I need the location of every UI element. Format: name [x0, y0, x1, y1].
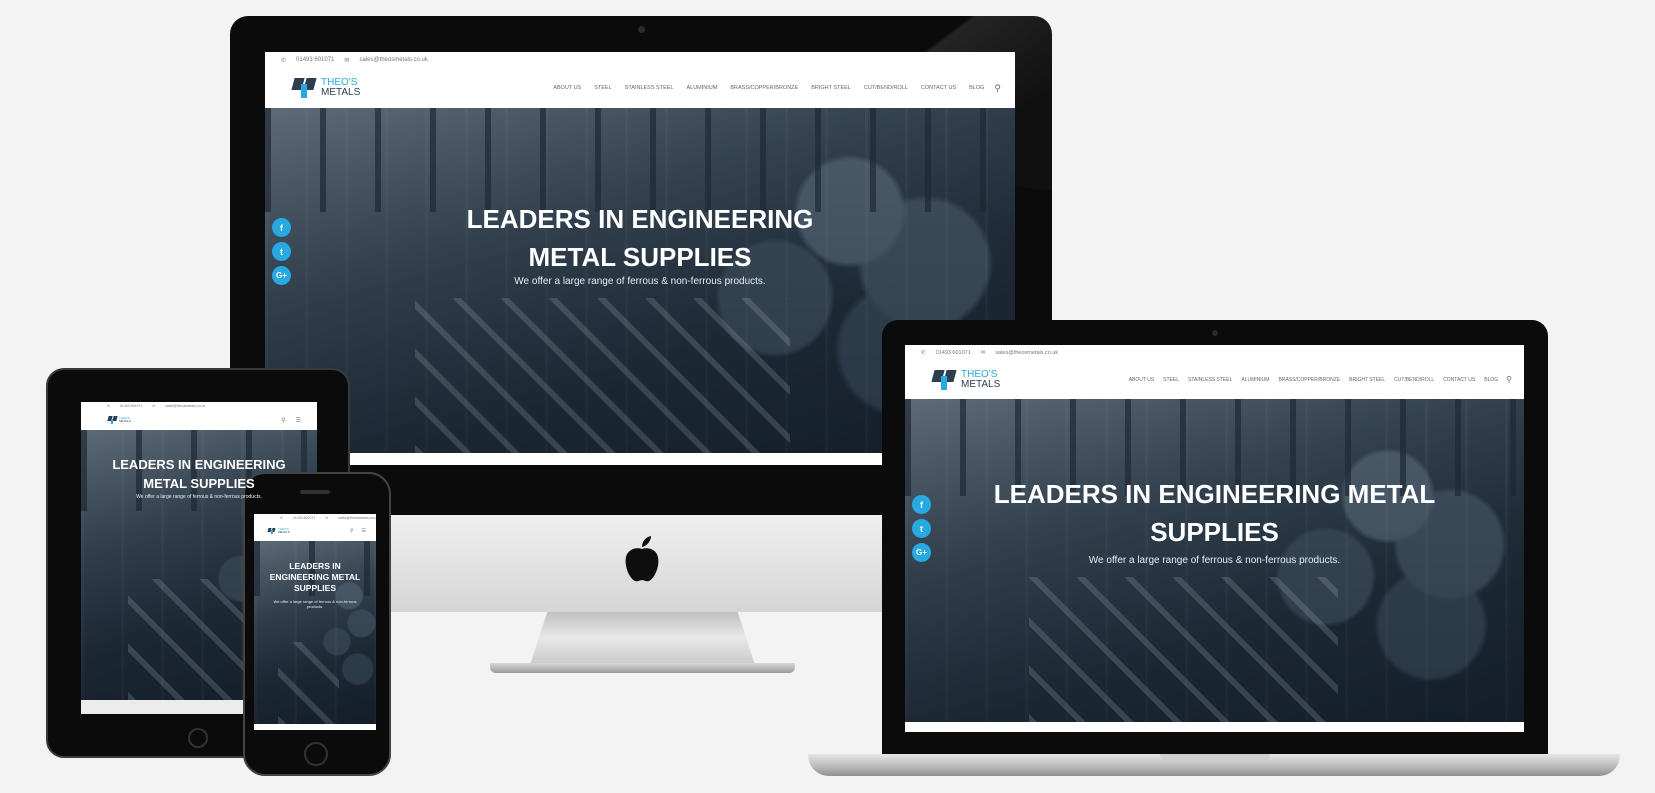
logo-line2: METALS	[961, 378, 1001, 390]
tablet-home-button	[188, 728, 208, 748]
phone-screen: ✆ 01493 601071 ✉ sales@theosmetals.co.uk…	[254, 514, 376, 730]
hero-subtitle: We offer a large range of ferrous & non-…	[136, 494, 262, 500]
social-links: f t G+	[912, 495, 931, 562]
contact-topbar: ✆ 01493 601071 ✉ sales@theosmetals.co.uk	[265, 52, 1015, 68]
logo-mark-icon	[931, 369, 957, 390]
envelope-icon: ✉	[325, 515, 329, 520]
imac-stand-base	[490, 663, 795, 673]
laptop-notch	[1160, 754, 1270, 762]
nav-item-contact[interactable]: CONTACT US	[1443, 377, 1475, 383]
main-nav: ⚲ ☰	[350, 528, 366, 534]
contact-topbar: ✆ 01493 601071 ✉ sales@theosmetals.co.uk	[254, 514, 376, 521]
site-logo[interactable]: THEO'S METALS	[291, 78, 360, 98]
hero-title: LEADERS IN ENGINEERING METAL SUPPLIES	[269, 561, 361, 593]
phone-number[interactable]: 01493 601071	[293, 516, 315, 520]
hero-title: LEADERS IN ENGINEERING METAL SUPPLIES	[993, 479, 1436, 547]
main-nav: ABOUT US STEEL STAINLESS STEEL ALUMINIUM…	[553, 83, 1001, 94]
logo-line2: METALS	[278, 530, 290, 534]
logo-mark-icon	[267, 528, 276, 534]
email-address[interactable]: sales@theosmetals.co.uk	[995, 350, 1058, 356]
nav-item-about[interactable]: ABOUT US	[553, 85, 581, 91]
facebook-icon[interactable]: f	[912, 495, 931, 514]
nav-item-aluminium[interactable]: ALUMINIUM	[1241, 377, 1269, 383]
site-header: THEO'S METALS ABOUT US STEEL STAINLESS S…	[905, 360, 1524, 400]
site-header: THEO'S METALS ⚲ ☰	[254, 521, 376, 542]
nav-item-steel[interactable]: STEEL	[1163, 377, 1179, 383]
site-logo[interactable]: THEO'S METALS	[107, 416, 131, 424]
hero-subtitle: We offer a large range of ferrous & non-…	[514, 276, 766, 287]
nav-item-stainless[interactable]: STAINLESS STEEL	[625, 85, 674, 91]
hamburger-menu-icon[interactable]: ☰	[362, 528, 366, 534]
nav-item-steel[interactable]: STEEL	[594, 85, 611, 91]
laptop-screen: ✆ 01493 601071 ✉ sales@theosmetals.co.uk…	[905, 345, 1524, 732]
nav-item-about[interactable]: ABOUT US	[1129, 377, 1154, 383]
nav-item-bright-steel[interactable]: BRIGHT STEEL	[811, 85, 851, 91]
site-logo[interactable]: THEO'S METALS	[931, 368, 1001, 390]
twitter-icon[interactable]: t	[912, 519, 931, 538]
email-address[interactable]: sales@theosmetals.co.uk	[165, 404, 205, 408]
search-icon[interactable]: ⚲	[994, 83, 1001, 94]
nav-item-blog[interactable]: BLOG	[1484, 377, 1498, 383]
apple-logo-icon	[622, 535, 662, 583]
email-address[interactable]: sales@theosmetals.co.uk	[359, 57, 427, 63]
phone-icon: ✆	[281, 57, 287, 64]
envelope-icon: ✉	[980, 349, 986, 356]
site-header: THEO'S METALS ABOUT US STEEL STAINLESS S…	[265, 68, 1015, 109]
envelope-icon: ✉	[344, 57, 350, 64]
nav-item-brass[interactable]: BRASS/COPPER/BRONZE	[1278, 377, 1340, 383]
hamburger-menu-icon[interactable]: ☰	[296, 417, 301, 424]
nav-item-aluminium[interactable]: ALUMINIUM	[686, 85, 717, 91]
hero-title: LEADERS IN ENGINEERING METAL SUPPLIES	[466, 204, 814, 272]
phone-home-button	[304, 742, 328, 766]
logo-line1: THEO'S	[961, 368, 998, 380]
main-nav: ABOUT US STEEL STAINLESS STEEL ALUMINIUM…	[1129, 375, 1512, 384]
phone-icon: ✆	[107, 404, 110, 408]
logo-mark-icon	[107, 416, 118, 424]
search-icon[interactable]: ⚲	[281, 417, 285, 424]
hero-section: LEADERS IN ENGINEERING METAL SUPPLIES We…	[254, 541, 376, 724]
google-plus-icon[interactable]: G+	[912, 543, 931, 562]
search-icon[interactable]: ⚲	[1506, 375, 1512, 384]
contact-topbar: ✆ 01493 601071 ✉ sales@theosmetals.co.uk	[81, 402, 317, 410]
site-logo[interactable]: THEO'S METALS	[267, 528, 290, 534]
main-nav: ⚲ ☰	[281, 417, 301, 424]
nav-item-bright-steel[interactable]: BRIGHT STEEL	[1349, 377, 1385, 383]
hero-subtitle: We offer a large range of ferrous & non-…	[273, 599, 357, 609]
google-plus-icon[interactable]: G+	[272, 266, 291, 285]
logo-line2: METALS	[321, 87, 361, 98]
phone-number[interactable]: 01493 601071	[120, 404, 142, 408]
nav-item-brass[interactable]: BRASS/COPPER/BRONZE	[730, 85, 798, 91]
phone-icon: ✆	[921, 349, 926, 356]
phone-icon: ✆	[280, 515, 283, 520]
nav-item-cut-bend[interactable]: CUT/BEND/ROLL	[864, 85, 908, 91]
phone-number[interactable]: 01493 601071	[296, 57, 334, 63]
nav-item-blog[interactable]: BLOG	[969, 85, 984, 91]
nav-item-cut-bend[interactable]: CUT/BEND/ROLL	[1394, 377, 1434, 383]
hero-footer-strip	[905, 722, 1524, 732]
hero-subtitle: We offer a large range of ferrous & non-…	[1088, 555, 1341, 566]
laptop-camera	[1212, 330, 1218, 336]
hero-section: LEADERS IN ENGINEERING METAL SUPPLIES We…	[905, 399, 1524, 722]
phone-number[interactable]: 01493 601071	[936, 350, 971, 356]
imac-camera	[638, 26, 645, 33]
social-links: f t G+	[272, 218, 291, 285]
facebook-icon[interactable]: f	[272, 218, 291, 237]
imac-stand	[530, 610, 755, 665]
nav-item-contact[interactable]: CONTACT US	[921, 85, 956, 91]
search-icon[interactable]: ⚲	[350, 528, 354, 534]
logo-line2: METALS	[119, 419, 131, 423]
contact-topbar: ✆ 01493 601071 ✉ sales@theosmetals.co.uk	[905, 345, 1524, 360]
email-address[interactable]: sales@theosmetals.co.uk	[338, 516, 376, 520]
nav-item-stainless[interactable]: STAINLESS STEEL	[1188, 377, 1232, 383]
logo-mark-icon	[291, 78, 317, 98]
envelope-icon: ✉	[152, 404, 156, 408]
hero-footer-strip	[254, 724, 376, 730]
twitter-icon[interactable]: t	[272, 242, 291, 261]
hero-title: LEADERS IN ENGINEERING METAL SUPPLIES	[112, 457, 286, 491]
site-header: THEO'S METALS ⚲ ☰	[81, 410, 317, 431]
